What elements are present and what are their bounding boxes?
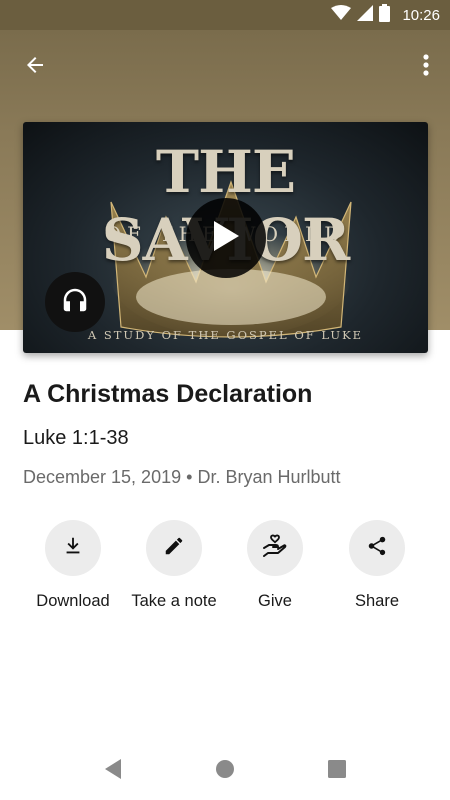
audio-button[interactable] bbox=[45, 272, 105, 332]
download-button[interactable]: Download bbox=[23, 520, 123, 611]
action-row: Download Take a note Give Share bbox=[0, 520, 450, 620]
arrow-back-icon bbox=[23, 53, 47, 82]
give-label: Give bbox=[258, 592, 292, 610]
more-options-button[interactable] bbox=[414, 48, 438, 86]
take-note-label: Take a note bbox=[131, 592, 217, 610]
nav-home-icon bbox=[215, 759, 235, 784]
wifi-icon bbox=[331, 4, 352, 26]
battery-icon bbox=[379, 3, 391, 27]
nav-back-icon bbox=[103, 758, 123, 785]
nav-home-button[interactable] bbox=[212, 758, 238, 784]
top-app-bar bbox=[0, 30, 450, 100]
signal-icon bbox=[357, 4, 374, 26]
system-nav-bar bbox=[0, 740, 450, 800]
nav-back-button[interactable] bbox=[100, 758, 126, 784]
give-heart-hand-icon bbox=[262, 533, 288, 564]
download-circle bbox=[45, 520, 101, 576]
share-button[interactable]: Share bbox=[327, 520, 427, 611]
pencil-icon bbox=[163, 535, 185, 562]
more-vert-icon bbox=[423, 53, 429, 81]
give-button[interactable]: Give bbox=[225, 520, 325, 611]
sermon-scripture: Luke 1:1-38 bbox=[23, 427, 129, 449]
back-button[interactable] bbox=[16, 48, 54, 86]
nav-recents-button[interactable] bbox=[324, 758, 350, 784]
meta-separator: • bbox=[186, 467, 193, 487]
sermon-date: December 15, 2019 bbox=[23, 467, 182, 487]
share-icon bbox=[366, 535, 388, 562]
share-label: Share bbox=[354, 592, 400, 610]
status-time: 10:26 bbox=[402, 6, 440, 24]
take-note-button[interactable]: Take a note bbox=[124, 520, 224, 611]
play-button[interactable] bbox=[186, 198, 266, 278]
share-circle bbox=[349, 520, 405, 576]
sermon-artwork: THE SAVIOR OF THE WORLD A STUDY OF THE G… bbox=[23, 122, 428, 353]
sermon-speaker: Dr. Bryan Hurlbutt bbox=[197, 467, 341, 487]
sermon-meta: December 15, 2019 • Dr. Bryan Hurlbutt bbox=[23, 467, 341, 488]
sermon-title: A Christmas Declaration bbox=[23, 380, 313, 408]
download-icon bbox=[62, 535, 84, 562]
take-note-circle bbox=[146, 520, 202, 576]
play-icon bbox=[211, 219, 241, 258]
status-icons: 10:26 bbox=[331, 0, 440, 30]
download-label: Download bbox=[36, 592, 110, 610]
nav-recents-icon bbox=[327, 759, 347, 784]
status-bar: 10:26 bbox=[0, 0, 450, 30]
headphones-icon bbox=[60, 285, 90, 320]
give-circle bbox=[247, 520, 303, 576]
